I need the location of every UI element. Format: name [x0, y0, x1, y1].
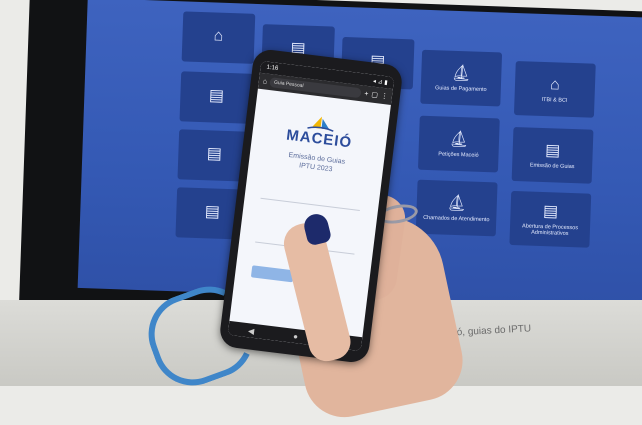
status-icons: ◂ ⊿ ▮ [372, 78, 388, 86]
sail-icon: ⛵︎ [446, 194, 468, 212]
tile-guias-pagamento[interactable]: ⛵︎ Guias de Pagamento [420, 49, 503, 107]
home-icon[interactable]: ⌂ [262, 78, 267, 85]
document-icon: ▤ [208, 86, 225, 105]
document-icon: ▤ [542, 202, 559, 221]
building-icon: ⌂ [549, 75, 561, 94]
sail-icon: ⛵︎ [448, 130, 470, 148]
sail-icon: ⛵︎ [450, 64, 472, 82]
tile-abertura-processos[interactable]: ▤ Abertura de Processos Administrativos [509, 190, 592, 248]
tabs-icon[interactable]: ▢ [371, 91, 379, 100]
status-time: 1:16 [266, 64, 279, 72]
tile-itbi-bci[interactable]: ⌂ ITBI & BCI [513, 60, 596, 118]
field-1-input[interactable] [260, 197, 360, 211]
new-tab-icon[interactable]: + [364, 90, 369, 97]
document-icon: ▤ [206, 144, 223, 163]
house-icon: ⌂ [213, 26, 224, 45]
document-icon: ▤ [544, 141, 561, 160]
menu-icon[interactable]: ⋮ [380, 92, 388, 101]
tile-peticoes[interactable]: ⛵︎ Petições Maceió [417, 115, 500, 173]
back-icon[interactable]: ◀ [248, 326, 255, 336]
tile-1[interactable]: ⌂ [181, 11, 256, 64]
document-icon: ▤ [204, 202, 221, 221]
submit-button[interactable] [250, 265, 295, 283]
tile-emissao-guias[interactable]: ▤ Emissão de Guias [511, 126, 594, 184]
home-circle-icon[interactable]: ● [293, 331, 299, 341]
tile-chamados[interactable]: ⛵︎ Chamados de Atendimento [415, 179, 498, 237]
tile-6[interactable]: ▤ [179, 71, 254, 124]
